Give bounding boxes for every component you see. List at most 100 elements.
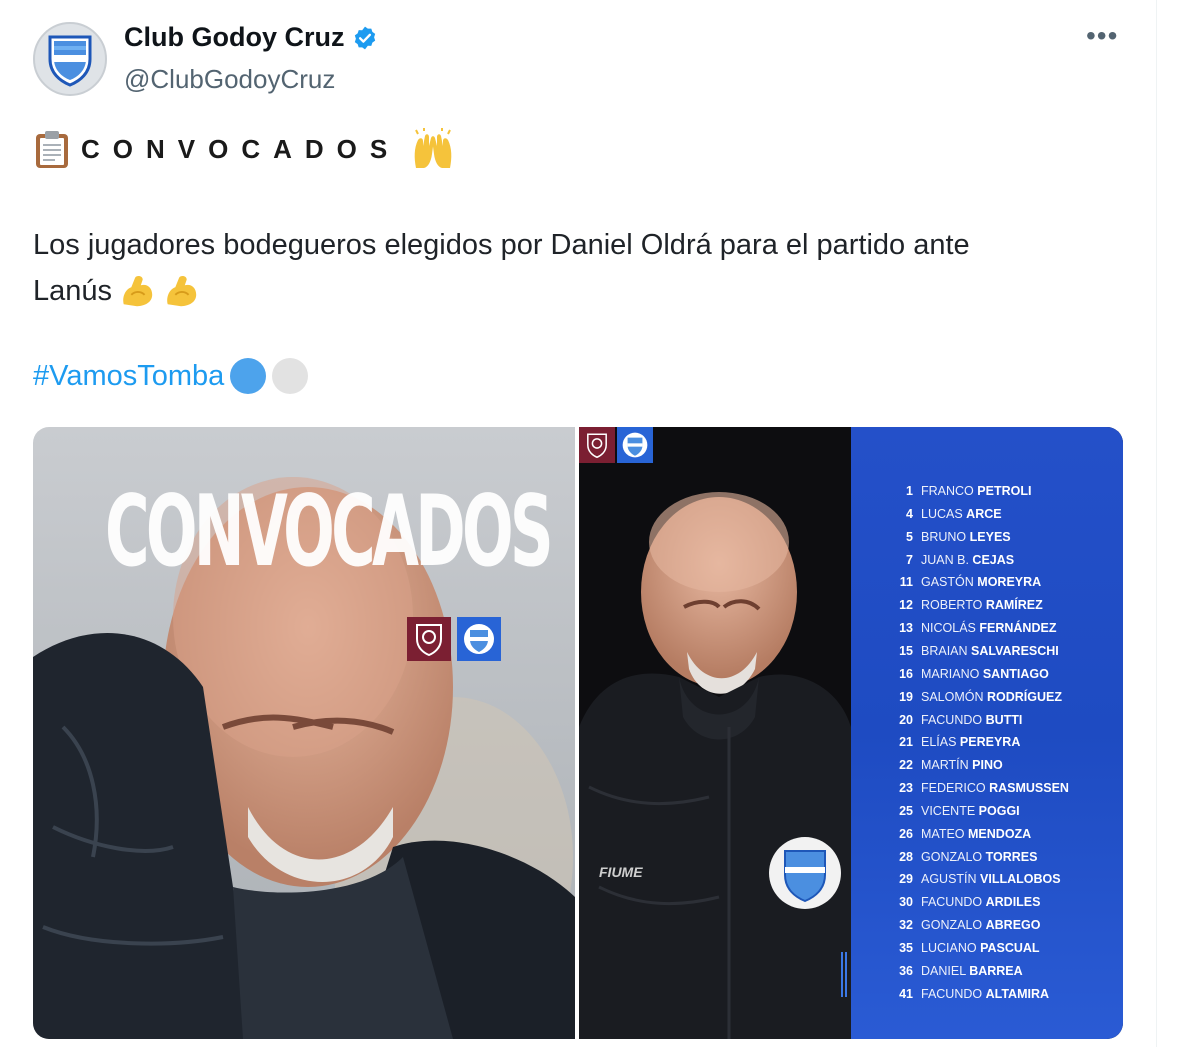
player-last-name: BUTTI: [985, 712, 1023, 727]
clipboard-emoji: [36, 131, 68, 168]
player-last-name: POGGI: [978, 803, 1020, 818]
player-first-name: ELÍAS: [921, 735, 957, 750]
player-first-name: GASTÓN: [921, 575, 974, 590]
flexed-biceps-emoji: [123, 276, 153, 307]
player-first-name: AGUSTÍN: [921, 872, 977, 887]
profile-avatar[interactable]: [33, 22, 107, 96]
player-last-name: RODRÍGUEZ: [987, 689, 1062, 704]
player-number: 21: [899, 735, 913, 750]
squad-list-item: 32 GONZALO ABREGO: [883, 918, 1040, 932]
player-number: 13: [899, 621, 913, 636]
tweet-body-line: Los jugadores bodegueros elegidos por Da…: [33, 229, 970, 261]
tweet-headline-row: CONVOCADOS: [33, 128, 456, 170]
player-first-name: NICOLÁS: [921, 621, 976, 636]
player-first-name: SALOMÓN: [921, 689, 984, 704]
player-number: 26: [899, 826, 913, 841]
player-first-name: MARTÍN: [921, 758, 969, 773]
player-first-name: BRAIAN: [921, 643, 968, 658]
player-first-name: FACUNDO: [921, 712, 983, 727]
player-last-name: ABREGO: [985, 918, 1041, 933]
decorative-stripes: [841, 952, 849, 997]
player-last-name: FERNÁNDEZ: [979, 621, 1057, 636]
player-first-name: FRANCO: [921, 484, 974, 498]
godoy-cruz-crest-icon: [617, 427, 653, 463]
player-first-name: MATEO: [921, 826, 965, 841]
squad-list-item: 25 VICENTE POGGI: [883, 804, 1020, 818]
player-number: 32: [899, 918, 913, 933]
player-last-name: PINO: [972, 758, 1003, 773]
player-first-name: LUCAS: [921, 506, 963, 521]
player-first-name: GONZALO: [921, 849, 983, 864]
squad-list-item: 7 JUAN B. CEJAS: [883, 553, 1014, 567]
squad-list-item: 5 BRUNO LEYES: [883, 530, 1011, 544]
tweet-media[interactable]: CONVOCADOS FIUME 1 FRANCO PETROLI 4 LUCA…: [33, 427, 1123, 1039]
more-options-icon[interactable]: •••: [1086, 20, 1118, 52]
media-image-right[interactable]: FIUME 1 FRANCO PETROLI 4 LUCAS ARCE 5 BRUNO L…: [579, 427, 1123, 1039]
player-number: 5: [906, 529, 913, 544]
squad-list-item: 22 MARTÍN PINO: [883, 758, 1003, 772]
squad-list-item: 1 FRANCO PETROLI: [883, 484, 1031, 498]
blue-circle-emoji: [230, 358, 267, 394]
player-number: 4: [906, 506, 913, 521]
player-last-name: ALTAMIRA: [985, 986, 1050, 1001]
raising-hands-emoji: [414, 128, 452, 168]
media-left-title: CONVOCADOS: [105, 475, 554, 589]
squad-list-item: 23 FEDERICO RASMUSSEN: [883, 781, 1069, 795]
player-last-name: RASMUSSEN: [989, 781, 1069, 796]
squad-list-item: 16 MARIANO SANTIAGO: [883, 667, 1049, 681]
godoy-cruz-crest-icon: [457, 617, 501, 661]
player-first-name: FACUNDO: [921, 986, 983, 1001]
player-last-name: PASCUAL: [980, 941, 1040, 955]
player-number: 16: [899, 666, 913, 681]
hashtag-text[interactable]: #VamosTomba: [33, 360, 224, 393]
player-number: 29: [899, 872, 913, 887]
squad-list-item: 29 AGUSTÍN VILLALOBOS: [883, 872, 1061, 886]
squad-list-item: 26 MATEO MENDOZA: [883, 827, 1031, 841]
timeline-divider: [1156, 0, 1157, 1047]
author-name[interactable]: Club Godoy Cruz: [124, 22, 344, 53]
media-image-left[interactable]: CONVOCADOS: [33, 427, 575, 1039]
player-first-name: ROBERTO: [921, 598, 983, 613]
player-last-name: PEREYRA: [959, 735, 1021, 750]
lanus-crest-icon: [579, 427, 615, 463]
player-number: 15: [899, 643, 913, 658]
player-number: 25: [899, 803, 913, 818]
player-last-name: SALVARESCHI: [971, 643, 1059, 658]
squad-list-item: 15 BRAIAN SALVARESCHI: [883, 644, 1059, 658]
squad-list-item: 4 LUCAS ARCE: [883, 507, 1002, 521]
verified-badge-icon: [355, 26, 376, 49]
squad-list: 1 FRANCO PETROLI 4 LUCAS ARCE 5 BRUNO LEYES 7 J…: [841, 427, 1123, 1039]
author-name-row[interactable]: Club Godoy Cruz: [124, 22, 378, 53]
player-first-name: VICENTE: [921, 803, 976, 818]
player-first-name: GONZALO: [921, 918, 983, 933]
player-first-name: BRUNO: [921, 529, 967, 544]
player-number: 30: [899, 895, 913, 910]
player-first-name: JUAN B.: [921, 552, 969, 567]
author-handle[interactable]: @ClubGodoyCruz: [124, 64, 335, 95]
player-first-name: LUCIANO: [921, 941, 977, 955]
player-first-name: FACUNDO: [921, 895, 983, 910]
tweet-headline: CONVOCADOS: [81, 133, 401, 164]
player-last-name: SANTIAGO: [982, 666, 1049, 681]
player-number: 41: [899, 986, 913, 1001]
player-last-name: RAMÍREZ: [985, 598, 1043, 613]
squad-list-item: 19 SALOMÓN RODRÍGUEZ: [883, 690, 1062, 704]
player-last-name: LEYES: [969, 529, 1011, 544]
squad-list-item: 35 LUCIANO PASCUAL: [883, 941, 1040, 955]
squad-list-item: 36 DANIEL BARREA: [883, 964, 1023, 978]
white-circle-emoji: [272, 358, 309, 394]
coach-photo-right: FIUME: [579, 427, 851, 1039]
player-last-name: CEJAS: [972, 552, 1015, 567]
player-last-name: VILLALOBOS: [980, 872, 1061, 887]
player-last-name: TORRES: [985, 849, 1038, 864]
player-number: 19: [899, 689, 913, 704]
squad-list-item: 12 ROBERTO RAMÍREZ: [883, 598, 1043, 612]
player-last-name: ARCE: [966, 506, 1002, 521]
player-last-name: BARREA: [969, 963, 1023, 978]
player-first-name: FEDERICO: [921, 781, 986, 796]
squad-list-item: 41 FACUNDO ALTAMIRA: [883, 987, 1049, 1001]
godoy-cruz-crest-icon: [48, 35, 92, 87]
flexed-biceps-emoji: [167, 276, 197, 307]
hashtag-link[interactable]: #VamosTomba: [33, 358, 309, 394]
player-number: 20: [899, 712, 913, 727]
